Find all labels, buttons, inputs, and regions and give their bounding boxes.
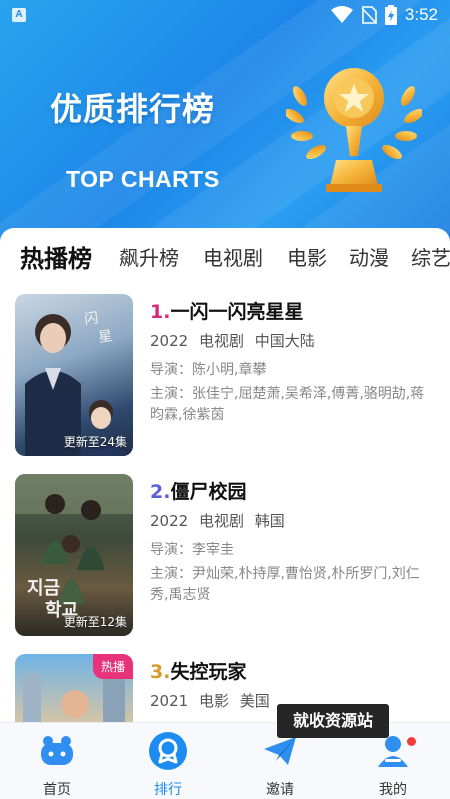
- toast-message: 就收资源站: [277, 704, 389, 738]
- rank-number: 3.: [150, 661, 171, 683]
- title-text: 僵尸校园: [170, 481, 247, 503]
- item-meta: 2021 电影 美国: [150, 690, 276, 711]
- poster-image[interactable]: 지금 학교 更新至12集: [15, 474, 133, 636]
- item-title[interactable]: 1.一闪一闪亮星星: [150, 297, 303, 324]
- no-sim-icon: [361, 6, 377, 24]
- tab-movie[interactable]: 电影: [287, 242, 327, 271]
- poster-art: 지금 학교: [15, 474, 133, 621]
- tab-tv[interactable]: 电视剧: [203, 242, 263, 271]
- region: 美国: [239, 692, 270, 710]
- poster-image[interactable]: 热播: [15, 654, 133, 728]
- item-title[interactable]: 2.僵尸校园: [150, 477, 246, 504]
- year: 2022: [150, 512, 189, 530]
- year: 2021: [150, 692, 189, 710]
- hero-title: 优质排行榜: [50, 90, 216, 128]
- status-time: 3:52: [404, 5, 438, 24]
- tab-rising[interactable]: 飙升榜: [119, 242, 179, 271]
- tab-anime[interactable]: 动漫: [349, 242, 389, 271]
- category-tabs: 热播榜 飙升榜 电视剧 电影 动漫 综艺: [0, 228, 450, 286]
- item-title[interactable]: 3.失控玩家: [150, 657, 246, 684]
- nav-ranking[interactable]: 排行: [133, 731, 203, 799]
- type: 电影: [198, 692, 229, 710]
- home-icon: [41, 736, 73, 765]
- nav-label: 首页: [43, 782, 71, 798]
- list-item[interactable]: 지금 학교 更新至12集 2.僵尸校园 2022 电视剧 韩国 导演：李宰圭 主…: [0, 474, 450, 644]
- item-meta: 2022 电视剧 中国大陆: [150, 330, 321, 351]
- nav-label: 我的: [379, 782, 407, 798]
- list-item[interactable]: 闪 星 更新至24集 1.一闪一闪亮星星 2022 电视剧 中国大陆 导演：陈小…: [0, 294, 450, 464]
- hot-badge: 热播: [92, 654, 133, 679]
- trophy-icon: [286, 68, 422, 192]
- type: 电视剧: [198, 332, 244, 350]
- cast: 主演：张佳宁,屈楚萧,吴希泽,傅菁,骆明劼,蒋昀霖,徐紫茵: [150, 386, 425, 423]
- cast: 主演：尹灿荣,朴持厚,曹怡贤,朴所罗门,刘仁秀,禹志贤: [150, 566, 420, 603]
- svg-text:闪: 闪: [83, 310, 99, 328]
- poster-image[interactable]: 闪 星 更新至24集: [15, 294, 133, 456]
- rank-number: 1.: [150, 301, 171, 323]
- tab-variety[interactable]: 综艺: [411, 242, 450, 271]
- poster-art: 闪 星: [25, 310, 129, 456]
- battery-charging-icon: [384, 5, 397, 25]
- year: 2022: [150, 332, 189, 350]
- ranking-panel: 热播榜 飙升榜 电视剧 电影 动漫 综艺 闪 星 更新至24集 1.一闪一闪亮星…: [0, 228, 450, 728]
- director: 导演：陈小明,章攀: [150, 362, 267, 378]
- app-notification-icon: A: [12, 8, 26, 22]
- nav-invite[interactable]: 邀请: [245, 731, 315, 799]
- wifi-icon: [330, 6, 353, 23]
- svg-text:星: 星: [97, 328, 113, 346]
- nav-home[interactable]: 首页: [22, 731, 92, 799]
- title-text: 一闪一闪亮星星: [170, 301, 304, 323]
- status-bar: A 3:52: [0, 0, 450, 30]
- item-meta: 2022 电视剧 韩国: [150, 510, 291, 531]
- director: 导演：李宰圭: [150, 542, 234, 558]
- update-status: 更新至24集: [63, 435, 127, 449]
- type: 电视剧: [198, 512, 244, 530]
- nav-profile[interactable]: 我的: [358, 731, 428, 799]
- region: 中国大陆: [254, 332, 315, 350]
- title-text: 失控玩家: [170, 661, 247, 683]
- update-status: 更新至12集: [63, 615, 127, 629]
- region: 韩国: [254, 512, 285, 530]
- hero-subtitle: TOP CHARTS: [66, 166, 220, 192]
- rank-number: 2.: [150, 481, 171, 503]
- notification-dot: [407, 737, 416, 746]
- hero-banner: A 3:52 优质排行榜 TOP CHARTS: [0, 0, 450, 250]
- nav-label: 邀请: [266, 782, 294, 798]
- svg-text:지금: 지금: [27, 578, 60, 599]
- tab-hot[interactable]: 热播榜: [20, 239, 92, 274]
- nav-label: 排行: [154, 782, 182, 798]
- ranking-icon: [149, 732, 187, 770]
